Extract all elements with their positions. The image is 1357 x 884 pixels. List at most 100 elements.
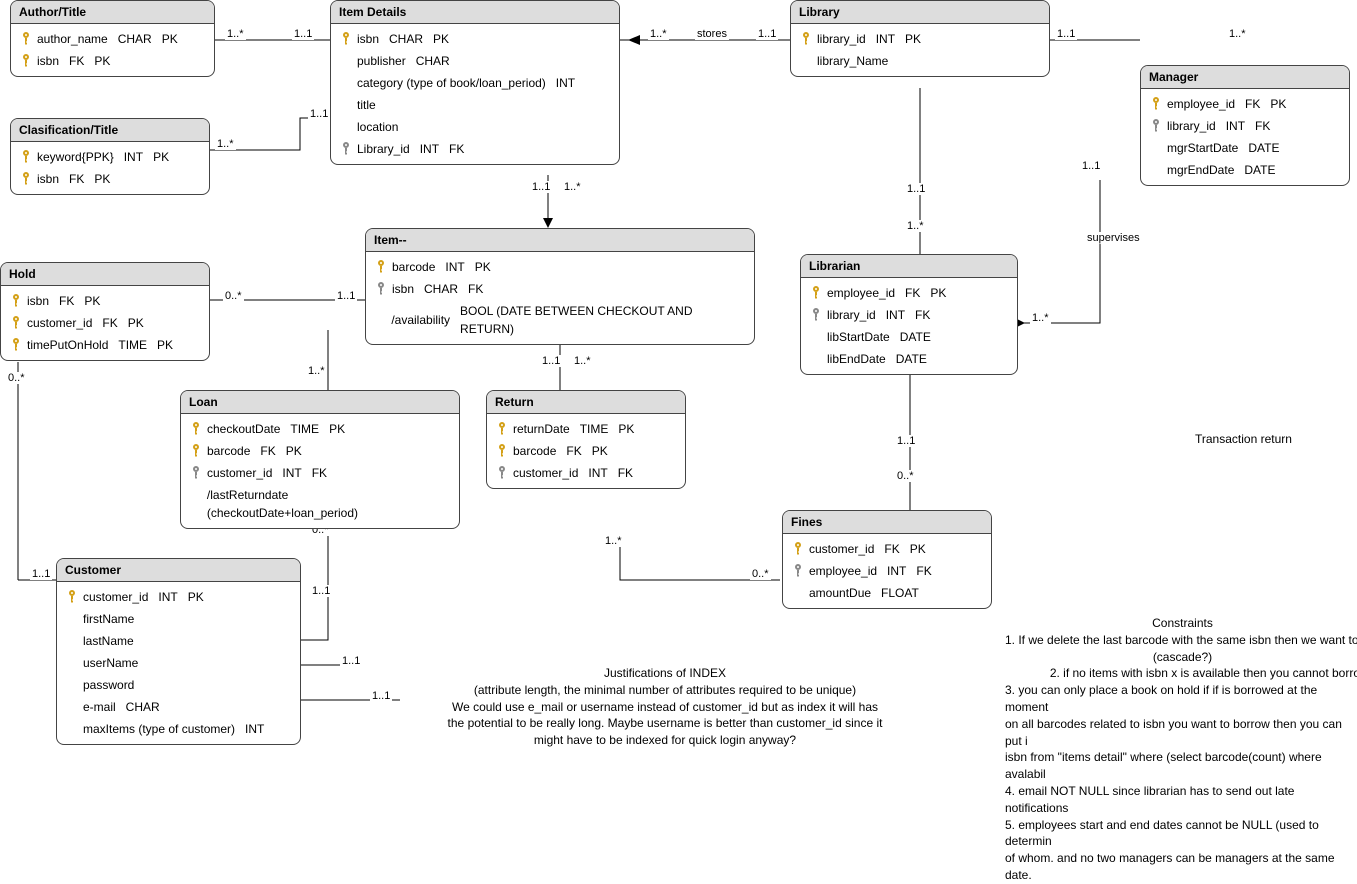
attr-row: isbnCHARFK	[366, 278, 754, 300]
attr-type: CHAR	[118, 30, 152, 48]
attr-row: mgrStartDateDATE	[1141, 137, 1349, 159]
attr-type: DATE	[1248, 139, 1279, 157]
entity-title: Item Details	[331, 1, 619, 24]
attr-row: keyword{PPK}INTPK	[11, 146, 209, 168]
attr-keys: PK	[94, 170, 110, 188]
attr-name: customer_id	[513, 464, 578, 482]
key-icon	[189, 444, 203, 458]
entity-title: Return	[487, 391, 685, 414]
attr-keys: PK	[153, 148, 169, 166]
entity-item-details: Item Details isbnCHARPKpublisherCHARcate…	[330, 0, 620, 165]
attr-row: libStartDateDATE	[801, 326, 1017, 348]
constraints-title: Constraints	[1005, 615, 1357, 632]
attr-row: isbnFKPK	[11, 168, 209, 190]
key-icon	[791, 564, 805, 578]
key-icon	[799, 32, 813, 46]
card-label: 1..1	[308, 108, 330, 120]
key-icon	[9, 338, 23, 352]
attr-name: amountDue	[809, 584, 871, 602]
attr-type: INT	[124, 148, 143, 166]
attr-type: TIME	[118, 336, 147, 354]
attr-type: DATE	[896, 350, 927, 368]
attr-row: barcodeFKPK	[487, 440, 685, 462]
attr-row: /lastReturndate (checkoutDate+loan_perio…	[181, 484, 459, 524]
card-label: 1..1	[292, 28, 314, 40]
key-icon	[1149, 97, 1163, 111]
card-label: 0..*	[895, 470, 916, 482]
attr-name: library_id	[817, 30, 866, 48]
entity-classification-title: Clasification/Title keyword{PPK}INTPKisb…	[10, 118, 210, 195]
attr-name: library_Name	[817, 52, 888, 70]
card-label: 1..1	[530, 181, 552, 193]
justifications-line: (attribute length, the minimal number of…	[420, 682, 910, 699]
attr-keys: PK	[128, 314, 144, 332]
constraints-line: 5. employees start and end dates cannot …	[1005, 817, 1357, 851]
attr-type: FK	[1245, 95, 1260, 113]
constraints-line: isbn from "items detail" where (select b…	[1005, 749, 1357, 783]
attr-name: barcode	[392, 258, 435, 276]
card-label: 1..*	[225, 28, 246, 40]
attr-name: timePutOnHold	[27, 336, 108, 354]
key-icon	[1149, 119, 1163, 133]
entity-title: Hold	[1, 263, 209, 286]
attr-name: author_name	[37, 30, 108, 48]
justifications-line: might have to be indexed for quick login…	[420, 732, 910, 749]
justifications-line: the potential to be really long. Maybe u…	[420, 715, 910, 732]
attr-type: CHAR	[389, 30, 423, 48]
attr-name: library_id	[827, 306, 876, 324]
attr-name: publisher	[357, 52, 406, 70]
attr-name: library_id	[1167, 117, 1216, 135]
attr-name: checkoutDate	[207, 420, 280, 438]
constraints-block: Constraints 1. If we delete the last bar…	[1005, 615, 1357, 884]
entity-title: Customer	[57, 559, 300, 582]
justifications-title: Justifications of INDEX	[420, 665, 910, 682]
attr-type: FLOAT	[881, 584, 919, 602]
attr-name: barcode	[513, 442, 556, 460]
attr-row: firstName	[57, 608, 300, 630]
card-label: 1..*	[562, 181, 583, 193]
attr-type: INT	[158, 588, 177, 606]
attr-name: lastName	[83, 632, 134, 650]
attr-name: password	[83, 676, 134, 694]
key-icon	[374, 282, 388, 296]
rel-label-supervises: supervises	[1085, 232, 1142, 244]
attr-row: barcodeFKPK	[181, 440, 459, 462]
card-label: 1..1	[905, 183, 927, 195]
attr-row: category (type of book/loan_period)INT	[331, 72, 619, 94]
attr-type: FK	[102, 314, 117, 332]
attr-row: title	[331, 94, 619, 116]
entity-librarian: Librarian employee_idFKPKlibrary_idINTFK…	[800, 254, 1018, 375]
attr-type: FK	[905, 284, 920, 302]
attr-keys: PK	[905, 30, 921, 48]
constraints-line: on all barcodes related to isbn you want…	[1005, 716, 1357, 750]
constraints-line: 1. If we delete the last barcode with th…	[1005, 632, 1357, 649]
attr-row: customer_idINTFK	[487, 462, 685, 484]
attr-name: userName	[83, 654, 138, 672]
key-icon	[19, 54, 33, 68]
attr-keys: FK	[915, 306, 930, 324]
attr-row: library_idINTFK	[801, 304, 1017, 326]
card-label: 1..1	[540, 355, 562, 367]
attr-keys: PK	[84, 292, 100, 310]
attr-row: lastName	[57, 630, 300, 652]
attr-name: customer_id	[207, 464, 272, 482]
card-label: 1..*	[1227, 28, 1248, 40]
card-label: 1..1	[30, 568, 52, 580]
attr-row: customer_idINTFK	[181, 462, 459, 484]
key-icon	[791, 542, 805, 556]
attr-keys: FK	[618, 464, 633, 482]
attr-name: /availability	[391, 311, 450, 329]
attr-name: isbn	[392, 280, 414, 298]
attr-type: INT	[556, 74, 575, 92]
attr-row: location	[331, 116, 619, 138]
entity-title: Fines	[783, 511, 991, 534]
attr-name: employee_id	[827, 284, 895, 302]
key-icon	[9, 294, 23, 308]
card-label: 1..*	[648, 28, 669, 40]
attr-name: libEndDate	[827, 350, 886, 368]
key-icon	[495, 444, 509, 458]
attr-row: author_nameCHARPK	[11, 28, 214, 50]
entity-item: Item-- barcodeINTPKisbnCHARFK/availabili…	[365, 228, 755, 345]
attr-name: returnDate	[513, 420, 570, 438]
key-icon	[495, 422, 509, 436]
